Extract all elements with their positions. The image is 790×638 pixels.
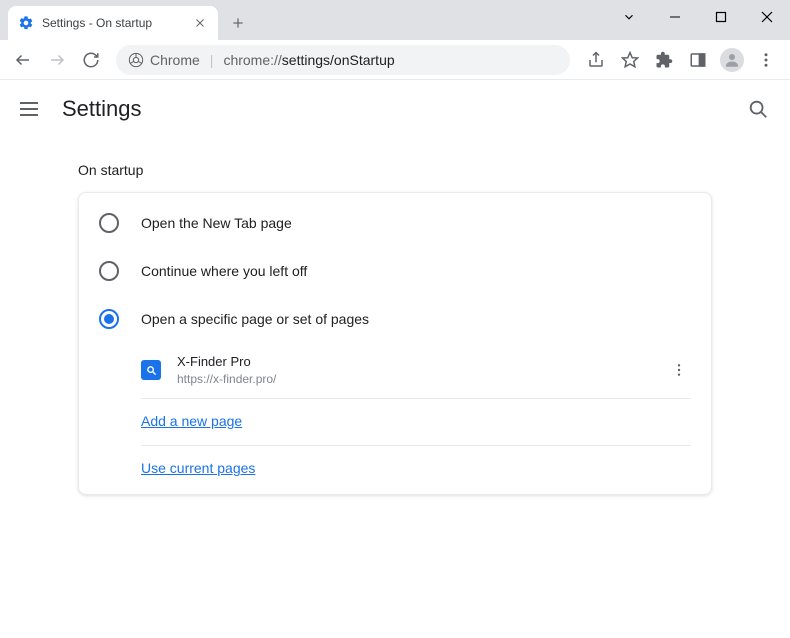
chrome-icon [128,52,144,68]
kebab-menu-icon[interactable] [667,358,691,382]
window-controls [606,0,790,34]
radio-option-new-tab[interactable]: Open the New Tab page [79,199,711,247]
gear-icon [18,15,34,31]
tab-title: Settings - On startup [42,16,186,30]
browser-toolbar: Chrome | chrome://settings/onStartup [0,40,790,80]
section-title: On startup [0,138,790,192]
back-button[interactable] [8,45,38,75]
kebab-menu-icon[interactable] [750,44,782,76]
forward-button[interactable] [42,45,72,75]
radio-label: Open the New Tab page [141,215,292,231]
on-startup-card: Open the New Tab page Continue where you… [78,192,712,495]
side-panel-icon[interactable] [682,44,714,76]
new-tab-button[interactable] [224,9,252,37]
bookmark-star-icon[interactable] [614,44,646,76]
close-icon[interactable] [192,15,208,31]
search-icon[interactable] [746,97,770,121]
use-current-row: Use current pages [141,446,691,492]
page-url: https://x-finder.pro/ [177,371,667,388]
minimize-button[interactable] [652,0,698,34]
chip-label: Chrome [150,52,200,68]
add-page-link[interactable]: Add a new page [141,413,242,429]
search-icon [141,360,161,380]
chip-separator: | [210,52,214,68]
radio-icon [99,213,119,233]
reload-button[interactable] [76,45,106,75]
extensions-icon[interactable] [648,44,680,76]
radio-icon [99,261,119,281]
page-info: X-Finder Pro https://x-finder.pro/ [177,353,667,388]
radio-label: Continue where you left off [141,263,307,279]
address-bar[interactable]: Chrome | chrome://settings/onStartup [116,45,570,75]
profile-avatar[interactable] [716,44,748,76]
url-text: chrome://settings/onStartup [223,52,394,68]
avatar-icon [720,48,744,72]
maximize-button[interactable] [698,0,744,34]
settings-content: On startup Open the New Tab page Continu… [0,138,790,495]
radio-icon [99,309,119,329]
use-current-pages-link[interactable]: Use current pages [141,460,255,476]
radio-option-specific-pages[interactable]: Open a specific page or set of pages [79,295,711,343]
page-name: X-Finder Pro [177,353,667,371]
startup-pages-block: X-Finder Pro https://x-finder.pro/ Add a… [141,343,691,492]
page-title: Settings [62,96,142,122]
chrome-chip: Chrome [128,52,210,68]
radio-label: Open a specific page or set of pages [141,311,369,327]
close-window-button[interactable] [744,0,790,34]
browser-tab[interactable]: Settings - On startup [8,6,218,40]
radio-option-continue[interactable]: Continue where you left off [79,247,711,295]
startup-page-row: X-Finder Pro https://x-finder.pro/ [141,343,691,399]
hamburger-menu-icon[interactable] [20,97,44,121]
settings-header: Settings [0,80,790,138]
share-icon[interactable] [580,44,612,76]
add-page-row: Add a new page [141,399,691,446]
chevron-down-icon[interactable] [606,0,652,34]
